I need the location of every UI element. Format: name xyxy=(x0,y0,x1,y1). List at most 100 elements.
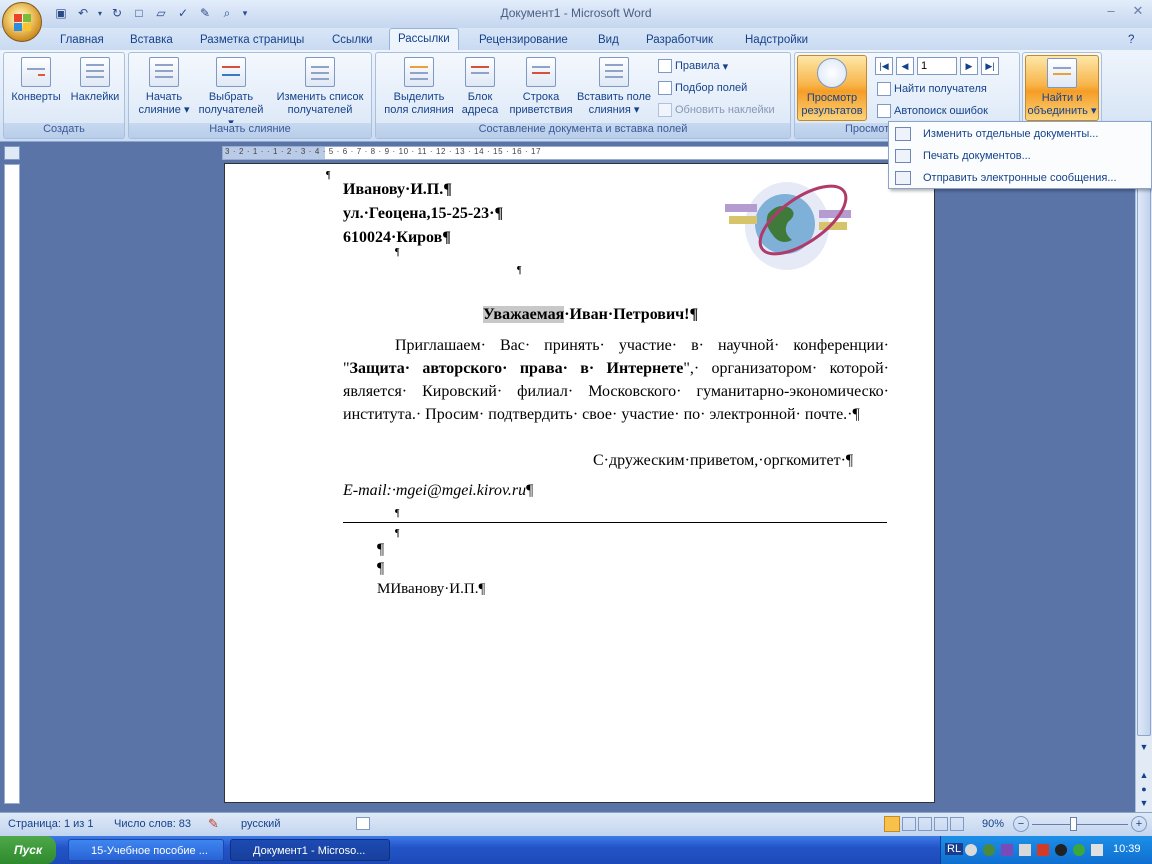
labels-button[interactable]: Наклейки xyxy=(66,57,124,104)
start-merge-button[interactable]: Начать слияние ▾ xyxy=(133,57,195,117)
next-record-icon[interactable]: ▶ xyxy=(960,57,978,75)
zoom-in-icon[interactable]: + xyxy=(1131,816,1147,832)
select-recipients-button[interactable]: Выбрать получателей ▾ xyxy=(195,57,267,130)
first-record-icon[interactable]: |◀ xyxy=(875,57,893,75)
draft-view-icon[interactable] xyxy=(950,817,964,831)
zoom-level[interactable]: 90% xyxy=(982,818,1004,830)
full-screen-view-icon[interactable] xyxy=(902,817,916,831)
taskbar-item-word[interactable]: Документ1 - Microso... xyxy=(230,839,390,861)
start-merge-icon xyxy=(149,57,179,87)
menu-send-email-messages[interactable]: Отправить электронные сообщения... xyxy=(889,168,1151,188)
greeting-line-icon xyxy=(526,57,556,87)
insert-merge-field-button[interactable]: Вставить поле слияния ▾ xyxy=(572,57,656,117)
insert-field-label-1: Вставить поле xyxy=(576,91,652,103)
browse-object-icon[interactable]: ● xyxy=(1138,784,1150,796)
page-count[interactable]: Страница: 1 из 1 xyxy=(8,818,94,830)
tab-selector-button[interactable] xyxy=(4,146,20,160)
zoom-out-icon[interactable]: − xyxy=(1013,816,1029,832)
tab-addins[interactable]: Надстройки xyxy=(737,31,816,50)
tab-home[interactable]: Главная xyxy=(52,31,112,50)
tray-icon[interactable] xyxy=(1001,844,1013,856)
rules-icon xyxy=(658,59,672,73)
closing-line: С·дружеским·приветом,·оргкомитет·¶ xyxy=(593,452,854,469)
tab-insert[interactable]: Вставка xyxy=(122,31,181,50)
start-merge-label-1: Начать xyxy=(145,91,183,103)
tray-icon[interactable] xyxy=(983,844,995,856)
horizontal-ruler[interactable]: 3 · 2 · 1 · · 1 · 2 · 3 · 4 · 5 · 6 · 7 … xyxy=(222,146,936,160)
language[interactable]: русский xyxy=(241,818,280,830)
signature-line: МИванову·И.П.¶ xyxy=(377,581,486,597)
zoom-slider-thumb[interactable] xyxy=(1070,817,1077,831)
next-page-icon[interactable]: ▼ xyxy=(1138,798,1150,810)
highlight-label-1: Выделить xyxy=(393,91,445,103)
finish-merge-button[interactable]: Найти и объединить ▾ xyxy=(1025,55,1099,121)
group-create: Конверты Наклейки Создать xyxy=(3,52,125,139)
proofing-icon[interactable]: ✎ xyxy=(208,816,219,832)
select-recipients-label-1: Выбрать xyxy=(208,91,254,103)
close-icon[interactable]: ✕ xyxy=(1127,3,1149,21)
envelopes-button[interactable]: Конверты xyxy=(8,57,64,104)
menu-edit-individual-documents[interactable]: Изменить отдельные документы... xyxy=(889,124,1151,144)
rules-button[interactable]: Правила ▾ xyxy=(658,57,728,75)
zoom-slider[interactable] xyxy=(1032,824,1128,825)
preview-results-button[interactable]: Просмотр результатов xyxy=(797,55,867,121)
system-tray: RL 10:39 xyxy=(940,836,1152,864)
find-recipient-button[interactable]: Найти получателя xyxy=(877,80,987,98)
language-indicator[interactable]: RL xyxy=(945,843,964,855)
tray-icon[interactable] xyxy=(1055,844,1067,856)
clock[interactable]: 10:39 xyxy=(1113,843,1141,855)
taskbar-item-document[interactable]: 15-Учебное пособие ... xyxy=(68,839,224,861)
greeting-label-2: приветствия xyxy=(509,104,573,116)
web-layout-view-icon[interactable] xyxy=(918,817,932,831)
tab-review[interactable]: Рецензирование xyxy=(471,31,576,50)
email-pilcrow: ¶ xyxy=(526,482,534,499)
office-button[interactable] xyxy=(2,2,42,42)
help-icon[interactable]: ? xyxy=(1128,31,1134,50)
email-icon xyxy=(895,171,911,185)
tab-view[interactable]: Вид xyxy=(590,31,627,50)
vertical-ruler[interactable] xyxy=(4,164,20,804)
tab-developer[interactable]: Разработчик xyxy=(638,31,721,50)
tab-page-layout[interactable]: Разметка страницы xyxy=(192,31,312,50)
macro-record-icon[interactable] xyxy=(356,817,370,830)
last-record-icon[interactable]: ▶| xyxy=(981,57,999,75)
previous-record-icon[interactable]: ◀ xyxy=(896,57,914,75)
tray-icon[interactable] xyxy=(1037,844,1049,856)
tab-references[interactable]: Ссылки xyxy=(324,31,381,50)
record-number-input[interactable]: 1 xyxy=(917,57,957,75)
address-block-button[interactable]: Блок адреса xyxy=(458,57,502,117)
ribbon-tabs: Главная Вставка Разметка страницы Ссылки… xyxy=(0,28,1152,50)
scroll-thumb[interactable] xyxy=(1137,166,1151,736)
menu-print-documents[interactable]: Печать документов... xyxy=(889,146,1151,166)
outline-view-icon[interactable] xyxy=(934,817,948,831)
greeting-line: Уважаемая·Иван·Петрович!¶ xyxy=(483,306,698,324)
insert-field-icon xyxy=(599,57,629,87)
volume-icon[interactable] xyxy=(1091,844,1103,856)
start-button[interactable]: Пуск xyxy=(0,836,56,864)
scroll-down-icon[interactable]: ▼ xyxy=(1138,742,1150,756)
tray-icon[interactable] xyxy=(965,844,977,856)
minimize-icon[interactable]: – xyxy=(1100,3,1122,21)
update-labels-button[interactable]: Обновить наклейки xyxy=(658,101,775,119)
tray-icon[interactable] xyxy=(1019,844,1031,856)
window-title: Документ1 - Microsoft Word xyxy=(500,6,652,20)
edit-recipient-list-button[interactable]: Изменить список получателей xyxy=(271,57,369,117)
auto-check-errors-button[interactable]: Автопоиск ошибок xyxy=(877,102,988,120)
word-count[interactable]: Число слов: 83 xyxy=(114,818,191,830)
document-page[interactable]: ¶ Иванову·И.П.¶ ул.·Геоцена,15-25-23·¶ 6… xyxy=(224,163,935,803)
pilcrow: ¶ xyxy=(395,508,400,519)
group-label: Составление документа и вставка полей xyxy=(376,123,790,138)
highlight-merge-fields-button[interactable]: Выделить поля слияния xyxy=(380,57,458,117)
preview-abc-icon xyxy=(817,58,847,88)
print-layout-view-icon[interactable] xyxy=(884,816,900,832)
finish-label-1: Найти и xyxy=(1041,92,1083,104)
tray-icon[interactable] xyxy=(1073,844,1085,856)
address-line-name: Иванову·И.П.¶ xyxy=(343,181,452,198)
vertical-scrollbar[interactable]: ▲ ▼ ▲ ● ▼ xyxy=(1135,146,1152,812)
record-navigation: |◀ ◀ 1 ▶ ▶| xyxy=(875,57,999,75)
greeting-line-button[interactable]: Строка приветствия xyxy=(504,57,578,117)
finish-merge-icon xyxy=(1047,58,1077,88)
match-fields-button[interactable]: Подбор полей xyxy=(658,79,747,97)
previous-page-icon[interactable]: ▲ xyxy=(1138,770,1150,782)
tab-mailings[interactable]: Рассылки xyxy=(389,28,459,50)
